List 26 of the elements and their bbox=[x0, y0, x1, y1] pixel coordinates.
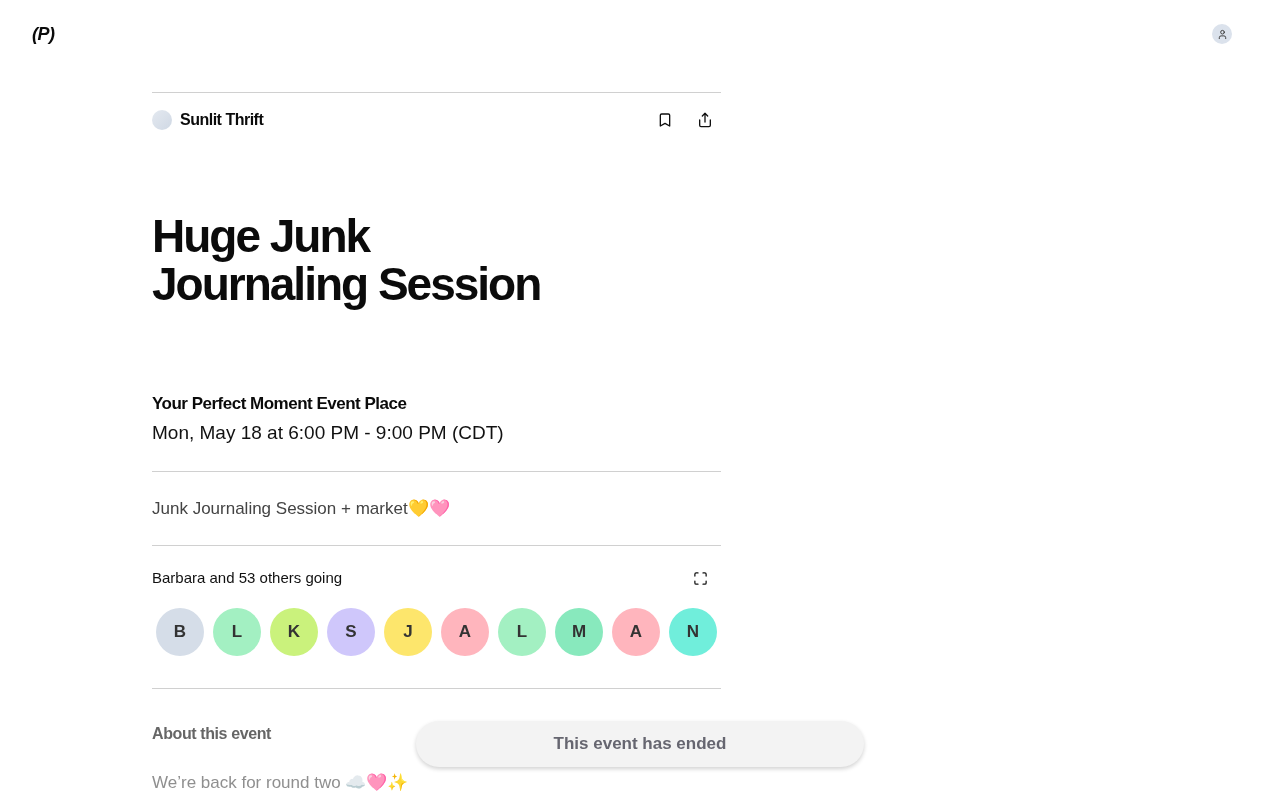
attendee-avatar[interactable]: A bbox=[612, 608, 660, 656]
event-title: Huge Junk Journaling Session bbox=[152, 212, 542, 308]
attendee-avatar[interactable]: L bbox=[213, 608, 261, 656]
attendee-avatar[interactable]: M bbox=[555, 608, 603, 656]
host-name[interactable]: Sunlit Thrift bbox=[180, 110, 264, 129]
expand-icon bbox=[692, 570, 708, 586]
attendee-avatar[interactable]: L bbox=[498, 608, 546, 656]
attendee-avatar[interactable]: S bbox=[327, 608, 375, 656]
share-icon bbox=[697, 111, 713, 128]
bookmark-icon bbox=[657, 111, 673, 128]
attendee-avatar[interactable]: J bbox=[384, 608, 432, 656]
attendee-avatar[interactable]: A bbox=[441, 608, 489, 656]
status-banner: This event has ended bbox=[416, 721, 864, 767]
attendee-avatar[interactable]: K bbox=[270, 608, 318, 656]
avatar-icon bbox=[152, 109, 172, 130]
event-datetime: Mon, May 18 at 6:00 PM - 9:00 PM (CDT) bbox=[152, 421, 504, 445]
logo[interactable]: (P) bbox=[32, 24, 55, 44]
attendee-avatar[interactable]: B bbox=[156, 608, 204, 656]
section-heading: About this event bbox=[152, 724, 271, 744]
user-icon bbox=[1216, 28, 1228, 40]
venue-name: Your Perfect Moment Event Place bbox=[152, 393, 407, 415]
attendee-avatar[interactable]: N bbox=[669, 608, 717, 656]
event-summary: Junk Journaling Session + market💛🩷 bbox=[152, 498, 450, 520]
profile-button[interactable] bbox=[1212, 24, 1232, 44]
event-description: We’re back for round two ☁🩷✨ bbox=[152, 772, 409, 794]
attendance-summary: Barbara and 53 others going bbox=[152, 568, 343, 588]
